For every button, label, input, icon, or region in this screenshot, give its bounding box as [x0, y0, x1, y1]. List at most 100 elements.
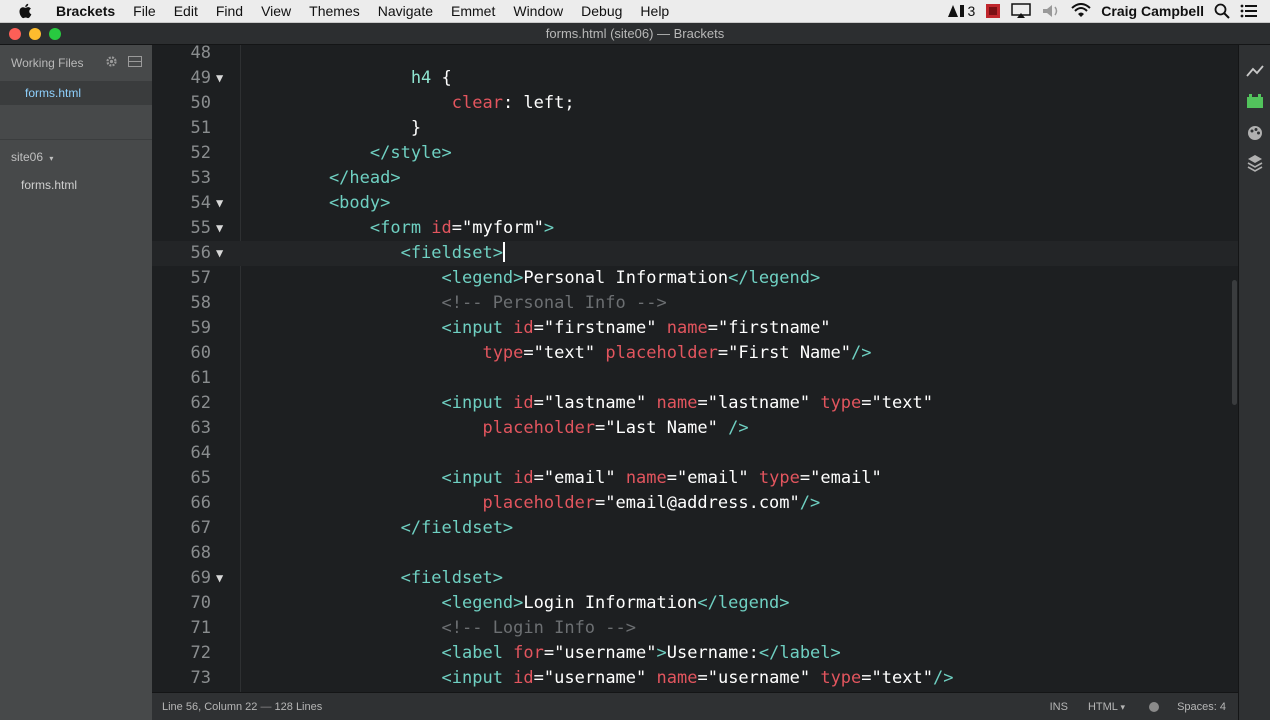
code-token: <fieldset> — [288, 243, 503, 263]
airplay-icon[interactable] — [1011, 3, 1032, 19]
code-token: "text" — [871, 668, 933, 688]
menu-edit[interactable]: Edit — [174, 3, 198, 19]
menu-debug[interactable]: Debug — [581, 3, 622, 19]
code-token: type — [820, 393, 862, 413]
code-token: = — [799, 468, 811, 488]
code-text: placeholder="email@address.com"/> — [288, 491, 820, 516]
insert-mode-toggle[interactable]: INS — [1050, 701, 1068, 713]
menu-help[interactable]: Help — [640, 3, 669, 19]
split-view-icon[interactable] — [128, 56, 142, 70]
fold-arrow-icon[interactable]: ▼ — [216, 191, 223, 216]
notification-center-icon[interactable] — [1240, 4, 1258, 18]
code-line[interactable]: 67 </fieldset> — [152, 516, 1238, 541]
code-line[interactable]: 51 } — [152, 116, 1238, 141]
code-token: </legend> — [697, 593, 790, 613]
line-number: 53 — [190, 168, 211, 188]
code-line[interactable]: 59 <input id="firstname" name="firstname… — [152, 316, 1238, 341]
editor-scrollbar[interactable] — [1232, 280, 1237, 405]
code-line[interactable]: 62 <input id="lastname" name="lastname" … — [152, 391, 1238, 416]
menu-find[interactable]: Find — [216, 3, 243, 19]
live-preview-icon[interactable] — [1245, 61, 1265, 81]
code-token: Username: — [666, 643, 759, 663]
code-line[interactable]: 58 <!-- Personal Info --> — [152, 291, 1238, 316]
menu-app-brackets[interactable]: Brackets — [56, 3, 115, 19]
working-file-item[interactable]: forms.html — [0, 81, 152, 105]
code-line[interactable]: 54 ▼ <body> — [152, 191, 1238, 216]
menu-view[interactable]: View — [261, 3, 291, 19]
code-line[interactable]: 72 <label for="username">Username:</labe… — [152, 641, 1238, 666]
linter-status-icon[interactable] — [1149, 701, 1160, 712]
layers-icon[interactable] — [1245, 153, 1265, 173]
status-bar: Line 56, Column 22 — 128 Lines INS HTML … — [152, 692, 1238, 720]
code-token: <input — [288, 393, 514, 413]
line-number: 73 — [190, 668, 211, 688]
code-text: <!-- Personal Info --> — [288, 291, 667, 316]
code-line[interactable]: 48 — [152, 45, 1238, 66]
gear-icon[interactable] — [105, 55, 118, 71]
extension-manager-icon[interactable] — [1245, 91, 1265, 111]
code-token: = — [697, 668, 708, 688]
code-line[interactable]: 50 clear: left; — [152, 91, 1238, 116]
fold-arrow-icon[interactable]: ▼ — [216, 66, 223, 91]
code-editor[interactable]: 48 49 ▼ h4 {50 clear: left; 51 } 52 </style>… — [152, 45, 1238, 692]
code-line[interactable]: 71 <!-- Login Info --> — [152, 616, 1238, 641]
code-line[interactable]: 55 ▼ <form id="myform"> — [152, 216, 1238, 241]
project-dropdown[interactable]: site06 ▾ — [0, 140, 152, 174]
user-name[interactable]: Craig Campbell — [1101, 3, 1204, 19]
code-line[interactable]: 69 ▼ <fieldset> — [152, 566, 1238, 591]
menu-file[interactable]: File — [133, 3, 156, 19]
menu-themes[interactable]: Themes — [309, 3, 360, 19]
code-line[interactable]: 73 <input id="username" name="username" … — [152, 666, 1238, 691]
code-text: <fieldset> — [288, 241, 505, 266]
code-token: id — [431, 218, 452, 238]
code-line[interactable]: 68 — [152, 541, 1238, 566]
code-line[interactable]: 60 type="text" placeholder="First Name"/… — [152, 341, 1238, 366]
code-token: id — [513, 393, 534, 413]
record-icon[interactable] — [985, 3, 1001, 19]
code-line[interactable]: 53 </head> — [152, 166, 1238, 191]
menu-emmet[interactable]: Emmet — [451, 3, 495, 19]
code-token: "Last Name" — [605, 418, 718, 438]
zoom-window-button[interactable] — [49, 28, 61, 40]
line-number: 62 — [190, 393, 211, 413]
spotlight-search-icon[interactable] — [1214, 3, 1230, 19]
line-number: 64 — [190, 443, 211, 463]
menu-window[interactable]: Window — [513, 3, 563, 19]
adobe-creative-cloud-icon[interactable]: 3 — [947, 3, 975, 19]
code-line[interactable]: 66 placeholder="email@address.com"/> — [152, 491, 1238, 516]
code-token: "username" — [554, 643, 657, 663]
code-token: "text" — [871, 393, 933, 413]
wifi-icon[interactable] — [1071, 3, 1091, 19]
code-line[interactable]: 52 </style> — [152, 141, 1238, 166]
language-selector[interactable]: HTML ▾ — [1088, 701, 1125, 713]
close-window-button[interactable] — [9, 28, 21, 40]
code-text: </head> — [288, 166, 401, 191]
menu-bar: Brackets File Edit Find View Themes Navi… — [0, 0, 1270, 23]
project-file-item[interactable]: forms.html — [0, 174, 152, 196]
chevron-down-icon: ▾ — [49, 154, 54, 163]
code-token: = — [666, 468, 678, 488]
code-line[interactable]: 57 <legend>Personal Information</legend> — [152, 266, 1238, 291]
fold-arrow-icon[interactable]: ▼ — [216, 566, 223, 591]
fold-arrow-icon[interactable]: ▼ — [216, 241, 223, 266]
text-cursor — [502, 242, 505, 262]
code-line[interactable]: 65 <input id="email" name="email" type="… — [152, 466, 1238, 491]
minimize-window-button[interactable] — [29, 28, 41, 40]
menu-navigate[interactable]: Navigate — [378, 3, 433, 19]
code-line[interactable]: 64 — [152, 441, 1238, 466]
fold-arrow-icon[interactable]: ▼ — [216, 216, 223, 241]
code-line[interactable]: 70 <legend>Login Information</legend> — [152, 591, 1238, 616]
theme-icon[interactable] — [1245, 123, 1265, 143]
volume-icon[interactable] — [1041, 3, 1061, 19]
apple-menu-icon[interactable] — [18, 3, 40, 19]
code-token: placeholder — [605, 343, 718, 363]
code-line[interactable]: 63 placeholder="Last Name" /> — [152, 416, 1238, 441]
code-line[interactable]: 61 — [152, 366, 1238, 391]
indent-setting[interactable]: Spaces: 4 — [1177, 701, 1226, 713]
code-line[interactable]: 56 ▼ <fieldset> — [152, 241, 1238, 266]
code-line[interactable]: 49 ▼ h4 { — [152, 66, 1238, 91]
code-token: ; — [564, 93, 575, 113]
